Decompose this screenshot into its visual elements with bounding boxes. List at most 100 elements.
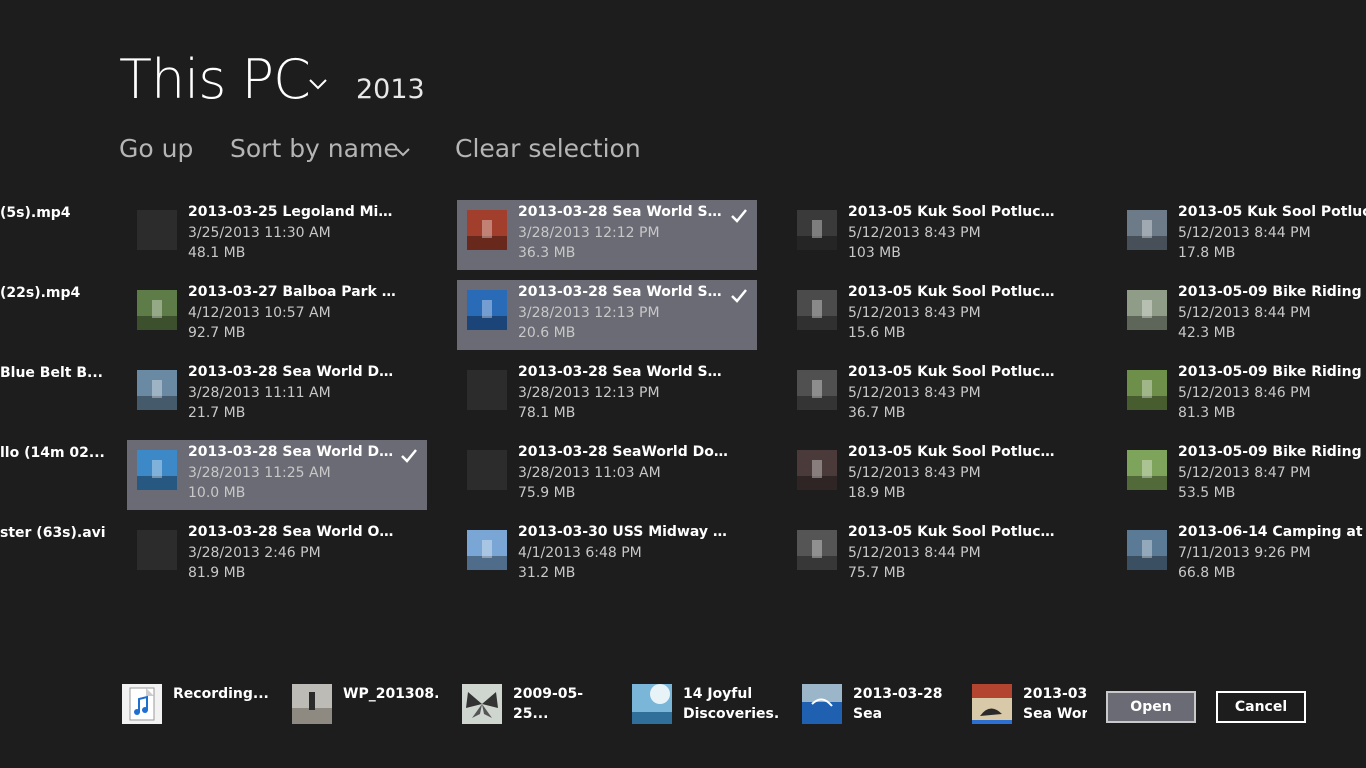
file-date: 5/12/2013 8:44 PM — [848, 545, 981, 561]
file-name: 2013-05 Kuk Sool Potluck 2 (14s... — [848, 284, 1060, 300]
file-date: 4/12/2013 10:57 AM — [188, 305, 331, 321]
chevron-down-icon[interactable] — [309, 78, 327, 90]
open-button[interactable]: Open — [1106, 691, 1196, 723]
basket-item[interactable]: 2009-05-25... — [462, 676, 622, 726]
partial-file-name[interactable]: (5s).mp4 — [0, 205, 71, 221]
breadcrumb-subfolder[interactable]: 2013 — [356, 74, 425, 105]
file-size: 20.6 MB — [518, 325, 576, 341]
basket-item[interactable]: Recording.... — [122, 676, 282, 726]
location-title[interactable]: This PC — [119, 48, 311, 111]
file-thumbnail — [797, 370, 837, 410]
file-thumbnail — [1127, 370, 1167, 410]
file-thumbnail — [467, 450, 507, 490]
file-item[interactable]: 2013-05 Kuk Sool Potluck 1 (93s... 5/12/2… — [787, 200, 1087, 270]
photo-thumbnail — [292, 684, 332, 724]
sort-dropdown[interactable]: Sort by name — [230, 134, 399, 163]
file-size: 18.9 MB — [848, 485, 906, 501]
basket-item-name: 14 Joyful Discoveries.... — [683, 686, 778, 722]
file-name: 2013-05 Kuk Sool Potluck 1 (93s... — [848, 204, 1060, 220]
file-name: 2013-03-28 Sea World Sea Lion... — [518, 204, 730, 220]
file-name: 2013-05 Kuk Sool Potluck 5 (68s... — [848, 524, 1060, 540]
file-item[interactable]: 2013-03-28 Sea World Dolphins... 3/28/201… — [127, 440, 427, 510]
file-item[interactable]: 2013-03-28 Sea World Sea Lion... 3/28/201… — [457, 280, 757, 350]
file-name: 2013-05-09 Bike Riding 2 (7 — [1178, 364, 1366, 380]
file-size: 78.1 MB — [518, 405, 576, 421]
file-item[interactable]: 2013-03-28 Sea World Sea Lion... 3/28/201… — [457, 200, 757, 270]
file-item[interactable]: 2013-05-09 Bike Riding 1 (38 5/12/2013 8:… — [1117, 280, 1366, 350]
file-thumbnail — [467, 290, 507, 330]
file-item[interactable]: 2013-05 Kuk Sool Potluck 6 5/12/2013 8:44… — [1117, 200, 1366, 270]
file-size: 53.5 MB — [1178, 485, 1236, 501]
basket-item[interactable]: 2013-03-2 Sea World — [972, 676, 1087, 726]
file-item[interactable]: 2013-03-28 Sea World Sea Lion... 3/28/201… — [457, 360, 757, 430]
file-date: 5/12/2013 8:47 PM — [1178, 465, 1311, 481]
checkmark-icon — [731, 289, 747, 303]
file-date: 3/25/2013 11:30 AM — [188, 225, 331, 241]
dolphin-thumbnail — [802, 684, 842, 724]
file-item[interactable]: 2013-03-25 Legoland Minitown... 3/25/2013… — [127, 200, 427, 270]
basket-item-name: 2009-05-25... — [513, 686, 584, 722]
file-item[interactable]: 2013-05 Kuk Sool Potluck 4 (17s... 5/12/2… — [787, 440, 1087, 510]
cancel-button[interactable]: Cancel — [1216, 691, 1306, 723]
file-thumbnail — [137, 210, 177, 250]
file-name: 2013-03-28 Sea World Dolphins... — [188, 444, 400, 460]
basket-item-name: 2013-03-2 Sea World — [1023, 686, 1087, 722]
file-name: 2013-03-28 Sea World Sea Lion... — [518, 364, 730, 380]
basket-item[interactable]: 2013-03-28 Sea World... — [802, 676, 962, 726]
file-size: 48.1 MB — [188, 245, 246, 261]
file-date: 3/28/2013 11:03 AM — [518, 465, 661, 481]
file-item[interactable]: 2013-03-30 USS Midway (28s).avi 4/1/2013 … — [457, 520, 757, 590]
file-date: 3/28/2013 2:46 PM — [188, 545, 321, 561]
sort-chevron-down-icon[interactable] — [396, 148, 410, 157]
clear-selection-button[interactable]: Clear selection — [455, 134, 641, 163]
checkmark-icon — [401, 449, 417, 463]
basket-item-name: WP_201308... — [343, 686, 438, 702]
file-date: 3/28/2013 12:12 PM — [518, 225, 660, 241]
file-date: 3/28/2013 11:25 AM — [188, 465, 331, 481]
file-item[interactable]: 2013-05 Kuk Sool Potluck 3 (33s... 5/12/2… — [787, 360, 1087, 430]
file-size: 66.8 MB — [1178, 565, 1236, 581]
file-name: 2013-05-09 Bike Riding 3 (4 — [1178, 444, 1366, 460]
basket-item-name: Recording.... — [173, 686, 268, 702]
file-item[interactable]: 2013-05-09 Bike Riding 3 (4 5/12/2013 8:4… — [1117, 440, 1366, 510]
file-size: 75.7 MB — [848, 565, 906, 581]
file-item[interactable]: 2013-03-28 SeaWorld Dolphins... 3/28/2013… — [457, 440, 757, 510]
file-thumbnail — [137, 450, 177, 490]
file-thumbnail — [137, 290, 177, 330]
checkmark-icon — [731, 209, 747, 223]
file-name: 2013-03-30 USS Midway (28s).avi — [518, 524, 730, 540]
basket-item[interactable]: 14 Joyful Discoveries.... — [632, 676, 792, 726]
file-thumbnail — [137, 530, 177, 570]
file-item[interactable]: 2013-06-14 Camping at Scot 7/11/2013 9:26… — [1117, 520, 1366, 590]
file-name: 2013-03-28 SeaWorld Dolphins... — [518, 444, 730, 460]
file-item[interactable]: 2013-05 Kuk Sool Potluck 5 (68s... 5/12/2… — [787, 520, 1087, 590]
file-date: 7/11/2013 9:26 PM — [1178, 545, 1311, 561]
file-name: 2013-03-27 Balboa Park Train (3... — [188, 284, 400, 300]
file-item[interactable]: 2013-05 Kuk Sool Potluck 2 (14s... 5/12/2… — [787, 280, 1087, 350]
basket-item[interactable]: WP_201308... — [292, 676, 452, 726]
partial-file-name[interactable]: Blue Belt B... — [0, 365, 103, 381]
file-item[interactable]: 2013-03-28 Sea World Dolphins... 3/28/201… — [127, 360, 427, 430]
file-grid: (5s).mp4 (22s).mp4 Blue Belt B... llo (1… — [0, 200, 1366, 600]
underwater-thumbnail — [632, 684, 672, 724]
go-up-button[interactable]: Go up — [119, 134, 193, 163]
file-item[interactable]: 2013-03-27 Balboa Park Train (3... 4/12/2… — [127, 280, 427, 350]
file-size: 103 MB — [848, 245, 901, 261]
file-item[interactable]: 2013-03-28 Sea World Orcas (6... 3/28/201… — [127, 520, 427, 590]
partial-file-name[interactable]: ster (63s).avi — [0, 525, 106, 541]
file-thumbnail — [1127, 210, 1167, 250]
basket-item-name: 2013-03-28 Sea World... — [853, 686, 943, 722]
partial-file-name[interactable]: llo (14m 02... — [0, 445, 105, 461]
file-size: 75.9 MB — [518, 485, 576, 501]
file-name: 2013-05 Kuk Sool Potluck 6 — [1178, 204, 1366, 220]
file-date: 5/12/2013 8:44 PM — [1178, 305, 1311, 321]
file-name: 2013-03-28 Sea World Sea Lion... — [518, 284, 730, 300]
selection-basket: Recording.... WP_201308... 2009-05-25...… — [0, 676, 1366, 736]
file-name: 2013-05 Kuk Sool Potluck 3 (33s... — [848, 364, 1060, 380]
file-item[interactable]: 2013-05-09 Bike Riding 2 (7 5/12/2013 8:4… — [1117, 360, 1366, 430]
file-date: 5/12/2013 8:44 PM — [1178, 225, 1311, 241]
file-date: 5/12/2013 8:43 PM — [848, 385, 981, 401]
file-size: 81.3 MB — [1178, 405, 1236, 421]
partial-file-name[interactable]: (22s).mp4 — [0, 285, 80, 301]
file-thumbnail — [797, 450, 837, 490]
